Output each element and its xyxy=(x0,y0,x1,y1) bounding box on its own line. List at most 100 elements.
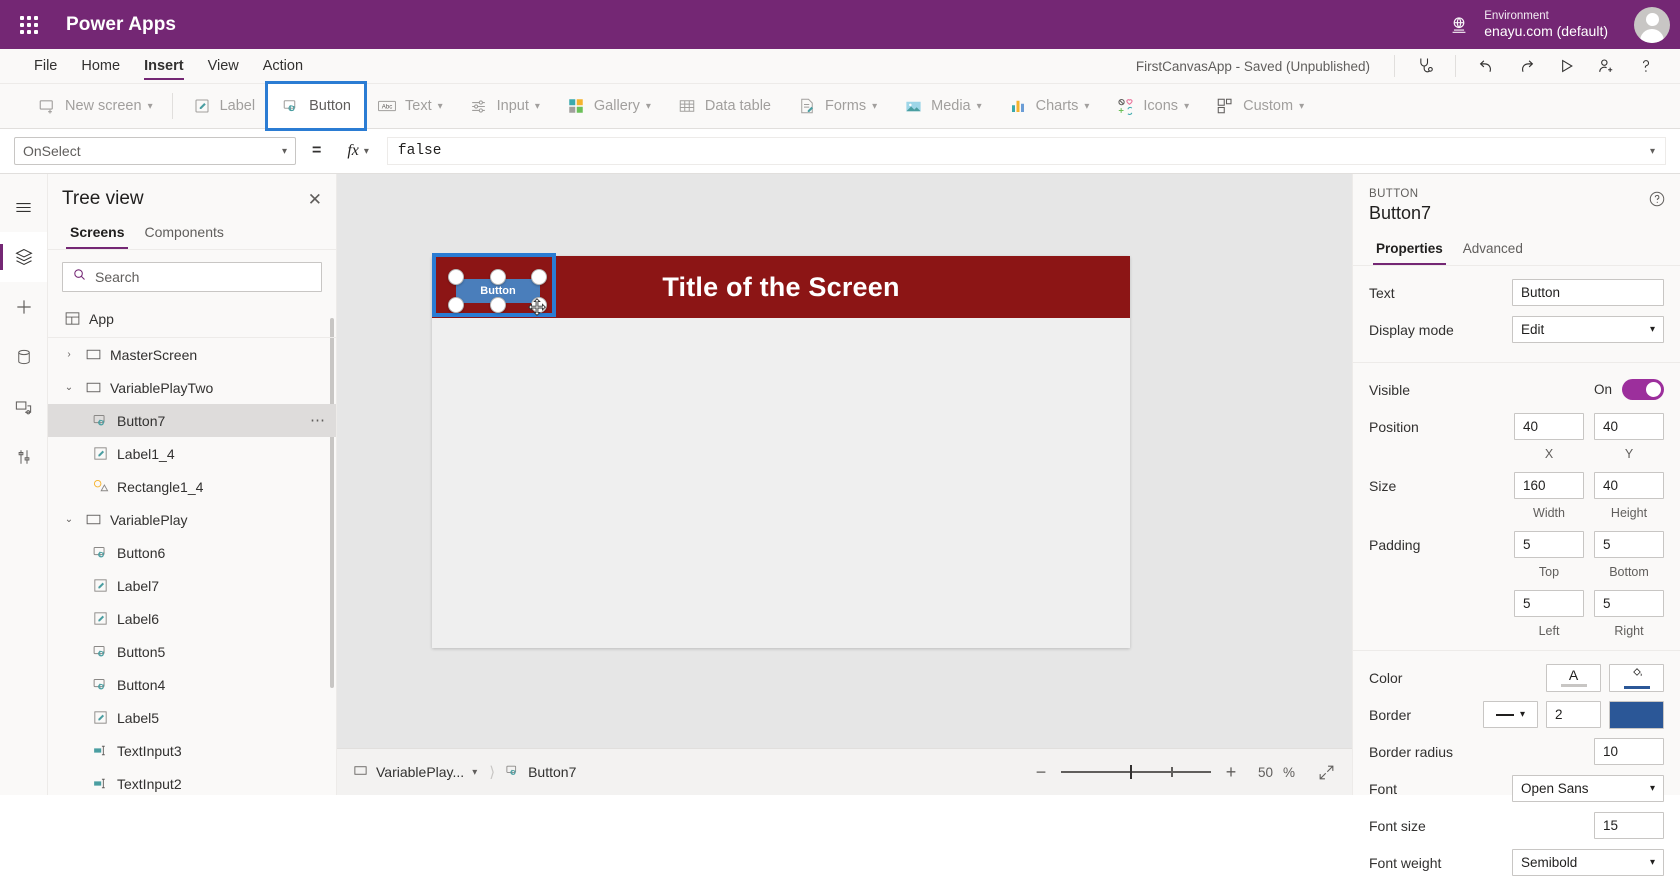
tree-item-app[interactable]: App xyxy=(48,300,336,338)
padding-right-input[interactable]: 5 xyxy=(1594,590,1664,617)
search-input[interactable]: Search xyxy=(62,262,322,292)
help-circle-icon[interactable] xyxy=(1648,190,1666,213)
chevron-down-icon[interactable]: ▾ xyxy=(472,767,477,778)
tree-item-label7[interactable]: Label7 xyxy=(48,569,336,602)
ribbon-media[interactable]: Media ▾ xyxy=(890,89,995,123)
zoom-slider-thumb[interactable] xyxy=(1129,765,1132,779)
font-select[interactable]: Open Sans ▾ xyxy=(1512,775,1664,802)
size-width-input[interactable]: 160 xyxy=(1514,472,1584,499)
zoom-in-button[interactable]: + xyxy=(1221,763,1241,781)
rail-item-insert[interactable] xyxy=(0,282,47,332)
tab-properties[interactable]: Properties xyxy=(1369,236,1450,265)
font-weight-select[interactable]: Semibold ▾ xyxy=(1512,849,1664,876)
border-radius-input[interactable]: 10 xyxy=(1594,738,1664,765)
tab-screens[interactable]: Screens xyxy=(62,218,132,249)
canvas-viewport[interactable]: Title of the Screen Button xyxy=(337,174,1352,748)
selection-box[interactable]: Button xyxy=(432,253,556,317)
help-icon[interactable] xyxy=(1626,49,1666,83)
menu-item-view[interactable]: View xyxy=(196,49,251,83)
avatar[interactable] xyxy=(1634,6,1670,43)
resize-handle-bottom-center[interactable] xyxy=(490,297,506,313)
close-icon[interactable]: ✕ xyxy=(308,191,322,208)
size-height-input[interactable]: 40 xyxy=(1594,472,1664,499)
menu-item-file[interactable]: File xyxy=(22,49,69,83)
zoom-slider[interactable] xyxy=(1060,763,1211,781)
menu-item-home[interactable]: Home xyxy=(69,49,132,83)
tree-item-button4[interactable]: Button4 xyxy=(48,668,336,701)
ribbon-forms[interactable]: Forms ▾ xyxy=(784,89,890,123)
tree-item-more-icon[interactable]: ⋯ xyxy=(310,413,326,427)
tree-item-button6[interactable]: Button6 xyxy=(48,536,336,569)
chevron-down-icon[interactable]: ▾ xyxy=(1650,146,1655,157)
undo-icon[interactable] xyxy=(1466,49,1506,83)
rail-item-data[interactable] xyxy=(0,332,47,382)
tree-item-button7[interactable]: Button7 ⋯ xyxy=(48,404,336,437)
rail-item-tree-view[interactable] xyxy=(0,232,47,282)
text-input[interactable]: Button xyxy=(1512,279,1664,306)
border-style-select[interactable]: ▾ xyxy=(1483,701,1538,728)
share-icon[interactable] xyxy=(1586,49,1626,83)
tab-advanced[interactable]: Advanced xyxy=(1456,236,1530,265)
visible-toggle[interactable] xyxy=(1622,379,1664,400)
ribbon-gallery[interactable]: Gallery ▾ xyxy=(553,89,664,123)
menu-item-insert[interactable]: Insert xyxy=(132,49,196,83)
resize-handle-top-left[interactable] xyxy=(448,269,464,285)
display-mode-select[interactable]: Edit ▾ xyxy=(1512,316,1664,343)
property-select[interactable]: OnSelect ▾ xyxy=(14,137,296,165)
resize-handle-top-center[interactable] xyxy=(490,269,506,285)
tab-components[interactable]: Components xyxy=(136,218,231,249)
ribbon-new-screen[interactable]: New screen ▾ xyxy=(24,89,166,123)
resize-handle-top-right[interactable] xyxy=(531,269,547,285)
tree-item-textinput3[interactable]: TextInput3 xyxy=(48,734,336,767)
tree-item-textinput2[interactable]: TextInput2 xyxy=(48,767,336,795)
ribbon-input[interactable]: Input ▾ xyxy=(456,89,553,123)
chevron-right-icon[interactable]: › xyxy=(62,349,76,360)
fit-to-screen-icon[interactable] xyxy=(1317,763,1336,782)
app-screen[interactable]: Title of the Screen Button xyxy=(432,253,1130,648)
zoom-out-button[interactable]: − xyxy=(1031,763,1051,781)
fx-button[interactable]: fx ▾ xyxy=(337,142,379,160)
ribbon-data-table[interactable]: Data table xyxy=(664,89,784,123)
chevron-down-icon[interactable]: ⌄ xyxy=(62,514,76,525)
environment-info[interactable]: Environment enayu.com (default) xyxy=(1484,10,1608,39)
breadcrumb-control[interactable]: Button7 xyxy=(505,763,586,781)
play-icon[interactable] xyxy=(1546,49,1586,83)
font-size-input[interactable]: 15 xyxy=(1594,812,1664,839)
tree-item-variableplaytwo[interactable]: ⌄ VariablePlayTwo xyxy=(48,371,336,404)
ribbon-custom[interactable]: Custom ▾ xyxy=(1202,89,1317,123)
tree-item-rectangle1-4[interactable]: Rectangle1_4 xyxy=(48,470,336,503)
chevron-down-icon[interactable]: ⌄ xyxy=(62,382,76,393)
padding-bottom-input[interactable]: 5 xyxy=(1594,531,1664,558)
tree-item-button5[interactable]: Button5 xyxy=(48,635,336,668)
app-launcher-icon[interactable] xyxy=(12,8,46,42)
padding-left-input[interactable]: 5 xyxy=(1514,590,1584,617)
ribbon-button[interactable]: Button xyxy=(265,81,367,131)
tree-item-label6[interactable]: Label6 xyxy=(48,602,336,635)
border-width-input[interactable]: 2 xyxy=(1546,701,1601,728)
rail-item-advanced-tools[interactable] xyxy=(0,432,47,482)
fill-color-button[interactable] xyxy=(1609,663,1664,692)
border-color-swatch[interactable] xyxy=(1609,700,1664,729)
redo-icon[interactable] xyxy=(1506,49,1546,83)
breadcrumb-screen[interactable]: VariablePlay... ▾ xyxy=(353,763,487,781)
rail-item-media[interactable] xyxy=(0,382,47,432)
position-x-input[interactable]: 40 xyxy=(1514,413,1584,440)
text-color-button[interactable]: A xyxy=(1546,663,1601,692)
tree-item-masterscreen[interactable]: › MasterScreen xyxy=(48,338,336,371)
padding-top-input[interactable]: 5 xyxy=(1514,531,1584,558)
formula-input[interactable]: false ▾ xyxy=(386,137,1666,165)
tree-item-label5[interactable]: Label5 xyxy=(48,701,336,734)
resize-handle-bottom-left[interactable] xyxy=(448,297,464,313)
ribbon-charts[interactable]: Charts ▾ xyxy=(995,89,1103,123)
tree-item-label1-4[interactable]: Label1_4 xyxy=(48,437,336,470)
tree-item-variableplay[interactable]: ⌄ VariablePlay xyxy=(48,503,336,536)
health-check-icon[interactable] xyxy=(1405,49,1445,83)
position-y-input[interactable]: 40 xyxy=(1594,413,1664,440)
ribbon-icons[interactable]: Icons ▾ xyxy=(1102,89,1202,123)
ribbon-text[interactable]: Abc Text ▾ xyxy=(364,89,456,123)
menu-item-action[interactable]: Action xyxy=(251,49,315,83)
ribbon-label[interactable]: Label xyxy=(179,89,268,123)
hamburger-icon[interactable] xyxy=(0,182,47,232)
chevron-down-icon: ▾ xyxy=(872,100,878,112)
property-row-font: Font Open Sans ▾ xyxy=(1369,772,1664,805)
